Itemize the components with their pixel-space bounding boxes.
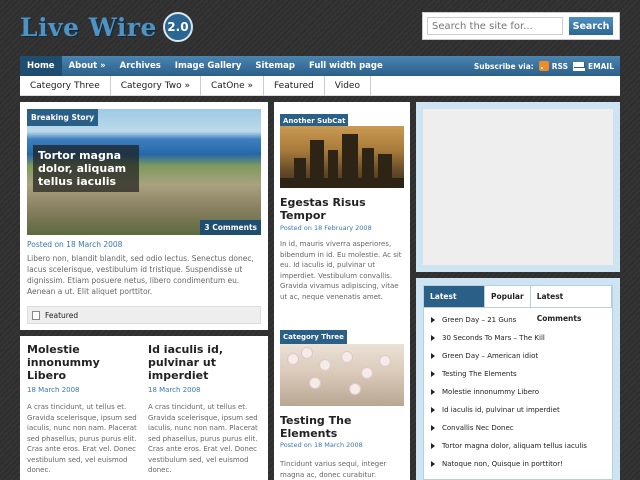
site-header: Live Wire 2.0 Search — [0, 0, 640, 56]
category-item-one[interactable]: CatOne » — [201, 75, 264, 96]
arrow-right-icon — [431, 317, 435, 323]
tabbed-widget-inner: Latest News Popular Latest Comments Gree… — [423, 285, 613, 480]
ad-space — [416, 102, 620, 272]
email-link[interactable]: EMAIL — [588, 62, 614, 71]
list-item[interactable]: Convallis Nec Donec — [424, 419, 612, 437]
news-link[interactable]: Natoque non, Quisque in porttitor! — [442, 460, 563, 468]
subcategory-column: Another SubCat Egestas Risus Tempor Post… — [274, 102, 410, 480]
news-link[interactable]: Molestie innonummy Libero — [442, 388, 539, 396]
list-item[interactable]: Id iaculis id, pulvinar ut imperdiet — [424, 401, 612, 419]
category-item-three[interactable]: Category Three — [20, 75, 111, 96]
news-link[interactable]: Green Day – American idiot — [442, 352, 538, 360]
post-excerpt: A cras tincidunt, ut tellus et. Gravida … — [27, 403, 137, 474]
site-logo[interactable]: Live Wire 2.0 — [20, 12, 193, 42]
tab-latest-news[interactable]: Latest News — [424, 286, 485, 323]
arrow-right-icon — [431, 353, 435, 359]
nav-item-archives[interactable]: Archives — [113, 56, 168, 76]
arrow-right-icon — [431, 425, 435, 431]
arrow-right-icon — [431, 389, 435, 395]
news-link[interactable]: Tortor magna dolor, aliquam tellus iacul… — [442, 442, 587, 450]
comments-link[interactable]: 3 Comments — [200, 220, 261, 235]
arrow-right-icon — [431, 371, 435, 377]
search-form: Search — [422, 12, 620, 40]
featured-post: Breaking Story Tortor magna dolor, aliqu… — [20, 102, 268, 330]
category-item-featured[interactable]: Featured — [264, 75, 325, 96]
featured-meta: Posted on 18 March 2008 — [27, 240, 123, 249]
news-list: Green Day – 21 Guns 30 Seconds To Mars –… — [424, 308, 612, 473]
featured-image[interactable]: Breaking Story Tortor magna dolor, aliqu… — [27, 109, 261, 235]
news-link[interactable]: Convallis Nec Donec — [442, 424, 514, 432]
recent-posts-panel: Molestie innonummy Libero 18 March 2008 … — [20, 336, 268, 480]
search-input[interactable] — [427, 17, 563, 35]
ad-placeholder[interactable] — [423, 109, 613, 265]
arrow-right-icon — [431, 407, 435, 413]
post-title[interactable]: Egestas Risus Tempor — [280, 196, 404, 222]
category-item-video[interactable]: Video — [325, 75, 371, 96]
nav-item-sitemap[interactable]: Sitemap — [248, 56, 302, 76]
post-excerpt: A cras tincidunt, ut tellus et. Gravida … — [148, 403, 258, 474]
list-item[interactable]: Green Day – American idiot — [424, 347, 612, 365]
list-item[interactable]: Natoque non, Quisque in porttitor! — [424, 455, 612, 473]
search-button[interactable]: Search — [569, 17, 613, 35]
nav-item-full-width-page[interactable]: Full width page — [302, 56, 390, 76]
category-item-two[interactable]: Category Two » — [111, 75, 201, 96]
subscribe-label: Subscribe via: — [473, 61, 534, 71]
arrow-right-icon — [431, 443, 435, 449]
arrow-right-icon — [431, 461, 435, 467]
featured-title[interactable]: Tortor magna dolor, aliquam tellus iacul… — [33, 145, 139, 192]
news-link[interactable]: Green Day – 21 Guns — [442, 316, 516, 324]
tabbed-widget: Latest News Popular Latest Comments Gree… — [416, 278, 620, 480]
news-link[interactable]: Id iaculis id, pulvinar ut imperdiet — [442, 406, 560, 414]
post-title[interactable]: Id iaculis id, pulvinar ut imperdiet — [148, 343, 260, 382]
list-item[interactable]: Molestie innonummy Libero — [424, 383, 612, 401]
list-item[interactable]: 30 Seconds To Mars – The Kill — [424, 329, 612, 347]
logo-version-badge: 2.0 — [162, 12, 193, 42]
post-date: 18 March 2008 — [148, 386, 201, 394]
post-title[interactable]: Molestie innonummy Libero — [27, 343, 139, 382]
city-thumbnail[interactable] — [280, 126, 404, 188]
list-item[interactable]: Testing The Elements — [424, 365, 612, 383]
category-navigation: Category Three Category Two » CatOne » F… — [20, 75, 620, 96]
featured-excerpt: Libero non, blandit blandit, sed odio le… — [27, 254, 254, 296]
post-excerpt: Tincidunt varius sequi, integer magna ac… — [280, 460, 387, 479]
main-navigation: Home About » Archives Image Gallery Site… — [20, 56, 620, 76]
flower-thumbnail[interactable] — [280, 344, 404, 406]
post-column: Id iaculis id, pulvinar ut imperdiet 18 … — [148, 343, 260, 476]
document-icon — [32, 310, 40, 320]
featured-tag-label: Featured — [45, 310, 79, 320]
post-meta: Posted on 18 February 2008 — [280, 224, 372, 232]
tab-popular[interactable]: Popular — [485, 286, 531, 307]
email-icon[interactable] — [573, 61, 586, 71]
arrow-right-icon — [431, 335, 435, 341]
subcat-label-text: Category Three — [280, 330, 347, 344]
nav-item-home[interactable]: Home — [20, 56, 62, 76]
tab-latest-comments[interactable]: Latest Comments — [531, 286, 612, 323]
post-excerpt: In id, mauris viverra asperiores, bibend… — [280, 240, 402, 301]
post-meta: Posted on 18 March 2008 — [280, 441, 363, 449]
breaking-story-label: Breaking Story — [27, 109, 99, 126]
nav-item-image-gallery[interactable]: Image Gallery — [168, 56, 249, 76]
post-date: 18 March 2008 — [27, 386, 80, 394]
logo-text: Live Wire — [20, 12, 157, 42]
tab-bar: Latest News Popular Latest Comments — [424, 286, 612, 323]
post-column: Molestie innonummy Libero 18 March 2008 … — [27, 343, 139, 476]
subscribe-bar: Subscribe via: RSS EMAIL — [474, 61, 620, 71]
featured-tag-bar[interactable]: Featured — [27, 306, 261, 324]
rss-icon[interactable] — [538, 61, 549, 71]
nav-item-about[interactable]: About » — [62, 56, 113, 76]
rss-link[interactable]: RSS — [552, 62, 568, 71]
post-title[interactable]: Testing The Elements — [280, 414, 404, 440]
news-link[interactable]: Testing The Elements — [442, 370, 517, 378]
list-item[interactable]: Tortor magna dolor, aliquam tellus iacul… — [424, 437, 612, 455]
subcat-label-category-three[interactable]: Category Three — [280, 324, 404, 346]
news-link[interactable]: 30 Seconds To Mars – The Kill — [442, 334, 545, 342]
